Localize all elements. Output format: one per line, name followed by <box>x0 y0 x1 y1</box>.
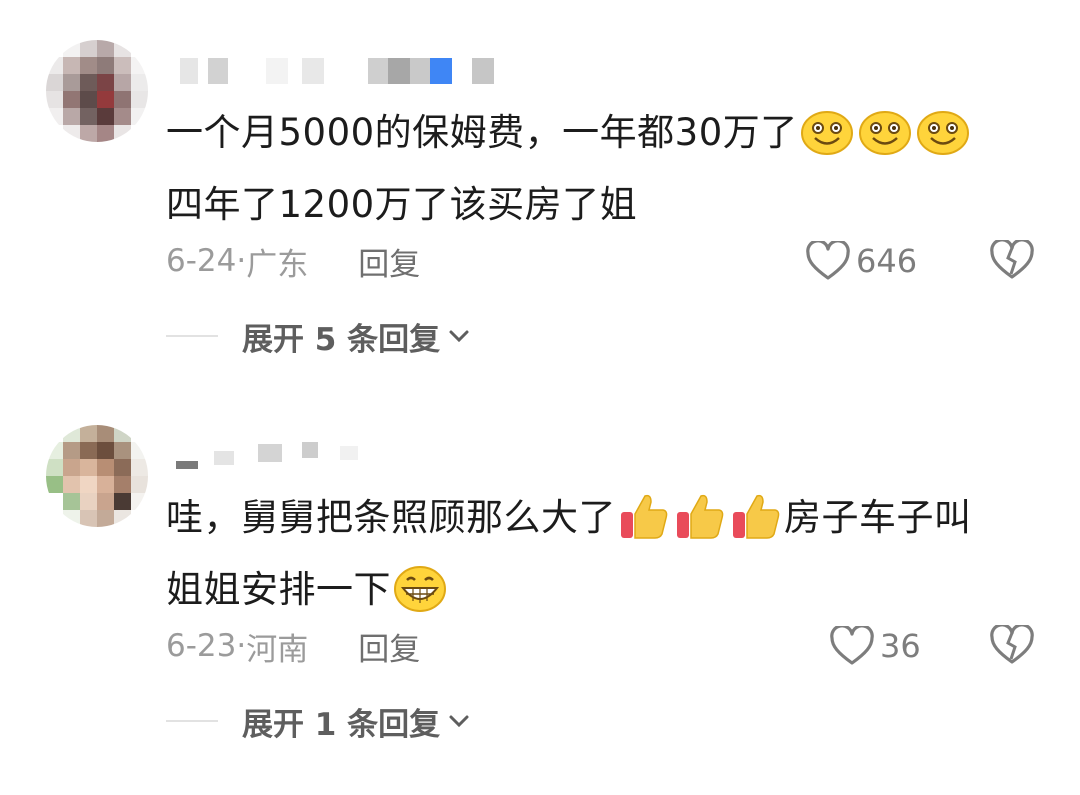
expand-label: 展开 1 条回复 <box>242 706 441 743</box>
grin-emoji <box>394 566 446 631</box>
thumbs-up-emoji <box>731 492 781 559</box>
like-button[interactable]: 646 <box>806 238 917 284</box>
expand-replies-button[interactable]: 展开 1 条回复 <box>166 701 470 743</box>
like-button[interactable]: 36 <box>830 623 921 669</box>
divider-line <box>166 335 218 337</box>
heart-icon <box>830 626 874 665</box>
divider-line <box>166 720 218 722</box>
username[interactable] <box>168 54 538 88</box>
reply-button[interactable]: 回复 <box>358 239 420 284</box>
broken-heart-icon <box>990 623 1034 664</box>
avatar[interactable] <box>46 425 148 527</box>
broken-heart-icon <box>990 238 1034 279</box>
comment-date: 6-23 <box>166 628 237 664</box>
username-mosaic <box>176 461 198 469</box>
chevron-down-icon <box>449 330 469 343</box>
comment-location: 广东 <box>246 246 309 283</box>
comment-location: 河南 <box>246 631 309 668</box>
chevron-down-icon <box>449 715 469 728</box>
dislike-button[interactable] <box>990 623 1034 669</box>
smile-emoji <box>858 111 911 174</box>
heart-icon <box>806 241 850 280</box>
like-count: 36 <box>880 627 921 665</box>
username-mosaic <box>180 58 198 84</box>
smile-emoji <box>800 111 853 174</box>
comment-text: 哇，舅舅把条照顾那么大了 房子车子叫 姐姐安排一下 <box>166 487 1046 631</box>
username[interactable] <box>168 439 538 473</box>
comment-text: 一个月5000的保姆费，一年都30万了 四年了1200万了该买房了姐 <box>166 102 1046 236</box>
comment-meta: 6-24 · 广东 回复 <box>166 239 420 284</box>
avatar[interactable] <box>46 40 148 142</box>
comment-date: 6-24 <box>166 243 237 279</box>
dislike-button[interactable] <box>990 238 1034 284</box>
expand-label: 展开 5 条回复 <box>242 321 441 358</box>
like-count: 646 <box>856 242 918 280</box>
thumbs-up-emoji <box>675 492 725 559</box>
reply-button[interactable]: 回复 <box>358 624 420 669</box>
comment-meta: 6-23 · 河南 回复 <box>166 624 420 669</box>
expand-replies-button[interactable]: 展开 5 条回复 <box>166 316 470 358</box>
thumbs-up-emoji <box>619 492 669 559</box>
smile-emoji <box>916 111 969 174</box>
